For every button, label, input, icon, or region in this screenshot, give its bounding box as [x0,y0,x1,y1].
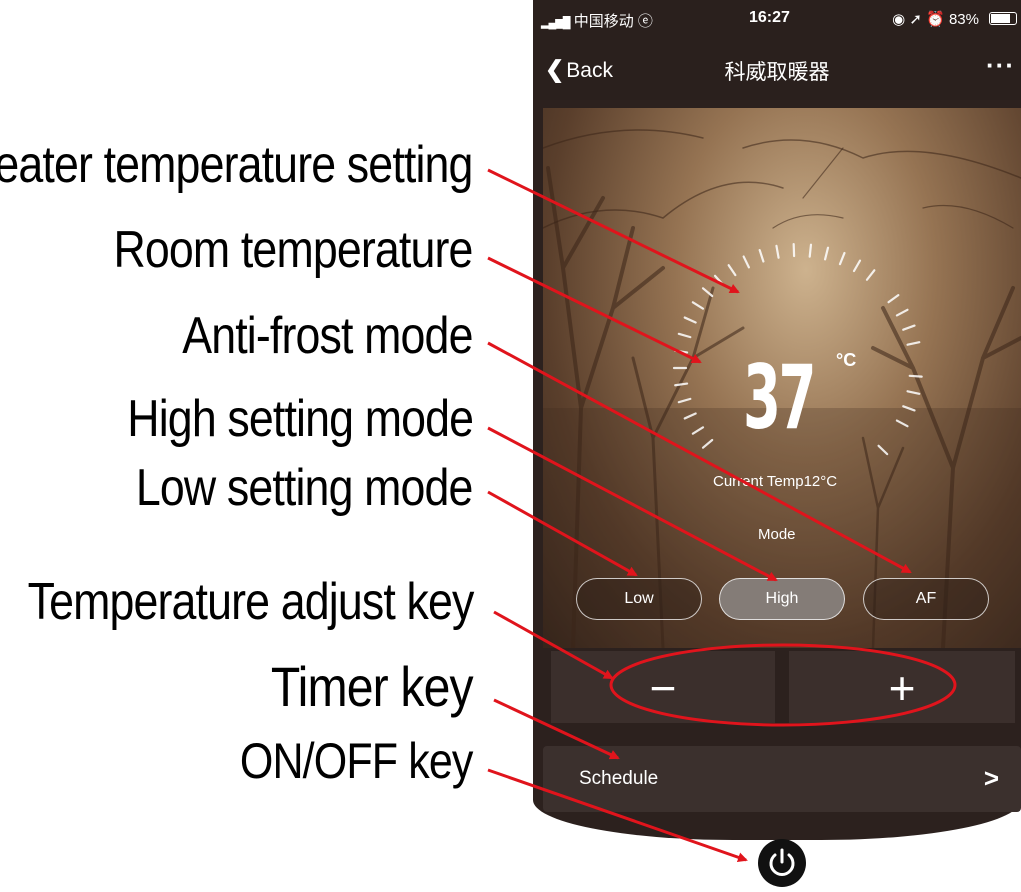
dial-tick [742,255,751,269]
battery-icon [989,12,1017,25]
power-button[interactable] [758,839,806,887]
dial-tick [895,419,909,428]
schedule-row[interactable]: Schedule > [543,746,1021,812]
dial-tick [887,294,900,304]
dial-tick [701,287,714,298]
signal-icon: ▂▄▆█ [541,17,570,29]
dial-tick [674,349,689,354]
dial-tick [865,269,876,281]
label-low-setting-mode: Low setting mode [136,459,474,517]
label-room-temperature: Room temperature [113,221,474,279]
label-temperature-adjust-key: Temperature adjust key [27,573,474,631]
carrier-label: ▂▄▆█ 中国移动 ⓔ [541,10,653,31]
schedule-label: Schedule [579,768,659,789]
dial-tick [691,301,705,310]
dial-tick [906,390,921,395]
dial-tick [713,274,725,286]
dial-tick [906,341,921,346]
battery-percent: 83% [948,11,979,28]
chevron-right-icon: > [983,763,999,793]
dial-tick [691,426,705,435]
status-right: ◉ ➚ ⏰ 83% [892,10,979,28]
alarm-icon: ⏰ [926,11,945,28]
dial-tick [727,264,737,277]
label-heater-temperature-setting: Heater temperature setting [0,136,474,194]
page-title: 科威取暖器 [724,61,830,84]
dial-tick [852,259,862,273]
dial-tick [902,324,916,331]
dial-tick [677,332,692,339]
dial-tick [895,308,909,317]
more-button[interactable]: ··· [986,50,1015,81]
status-time: 16:27 [749,9,790,26]
current-temperature: Current Temp12°C [713,473,838,490]
dial-tick [674,382,689,387]
mode-low-button[interactable]: Low [576,578,702,620]
background-forest-image: 37 °C Current Temp12°C [543,108,1021,648]
dial-tick [677,397,692,404]
label-timer-key: Timer key [271,655,474,718]
set-temperature: 37 [743,346,816,449]
lock-rotation-icon: ◉ [892,11,906,28]
dial-tick [838,251,846,266]
phone-screen: ▂▄▆█ 中国移动 ⓔ 16:27 ◉ ➚ ⏰ 83% ❮Back 科威取暖器 … [533,0,1021,892]
carrier-name: 中国移动 [573,13,634,30]
dial-tick [877,444,889,456]
status-bar: ▂▄▆█ 中国移动 ⓔ 16:27 ◉ ➚ ⏰ 83% [533,0,1021,38]
plus-icon: + [888,662,916,714]
dial-tick [683,412,697,420]
label-high-setting-mode: High setting mode [127,390,474,448]
nav-bar: ❮Back 科威取暖器 ··· [533,38,1021,100]
dial-tick [908,374,923,378]
mode-label: Mode [758,526,796,543]
temperature-decrease-button[interactable]: − [551,651,775,723]
dial-tick [775,244,780,259]
label-on-off-key: ON/OFF key [240,733,474,789]
temperature-unit: °C [836,350,857,370]
temperature-increase-button[interactable]: + [789,651,1015,723]
power-icon [769,848,795,876]
minus-icon: − [649,662,677,714]
dial-tick [758,248,765,263]
dial-tick [683,316,697,324]
dial-tick [823,246,830,261]
location-icon: ➚ [909,11,922,28]
mode-af-button[interactable]: AF [863,578,989,620]
mode-high-button[interactable]: High [719,578,845,620]
dial-tick [902,405,916,412]
dial-tick [701,438,714,449]
label-anti-frost-mode: Anti-frost mode [182,307,474,365]
dial-tick [808,243,813,258]
wifi-call-icon: ⓔ [637,13,653,30]
